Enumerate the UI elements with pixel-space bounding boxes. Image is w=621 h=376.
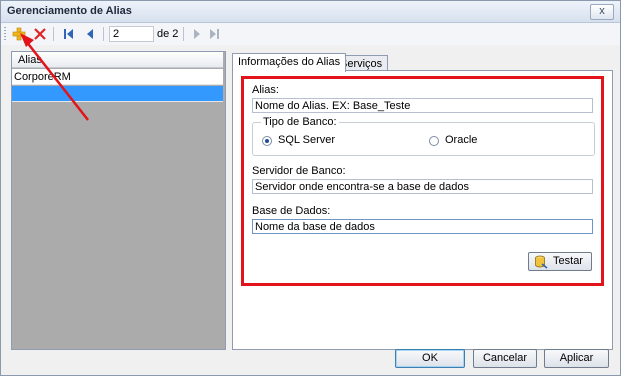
oracle-radio[interactable] — [429, 136, 439, 146]
close-icon: x — [599, 5, 605, 17]
apply-button[interactable]: Aplicar — [544, 349, 609, 368]
alias-list[interactable]: Alias CorporeRM — [11, 51, 226, 350]
toolbar-separator — [53, 27, 54, 41]
window-title: Gerenciamento de Alias — [7, 5, 132, 17]
server-field[interactable]: Servidor onde encontra-se a base de dado… — [252, 179, 593, 194]
database-field[interactable]: Nome da base de dados — [252, 219, 593, 234]
last-icon[interactable] — [208, 26, 222, 42]
server-label: Servidor de Banco: — [252, 165, 346, 177]
first-icon[interactable] — [61, 26, 75, 42]
toolbar-grip[interactable] — [4, 27, 6, 41]
database-test-icon — [535, 255, 548, 269]
toolbar-separator — [103, 27, 104, 41]
sqlserver-label[interactable]: SQL Server — [278, 134, 335, 146]
title-bar: Gerenciamento de Alias x — [1, 1, 620, 23]
db-type-group: Tipo de Banco: SQL Server Oracle — [252, 116, 595, 156]
database-label: Base de Dados: — [252, 205, 331, 217]
sqlserver-radio[interactable] — [262, 136, 272, 146]
page-count-label: de 2 — [157, 28, 179, 40]
cancel-button[interactable]: Cancelar — [473, 349, 537, 368]
delete-icon[interactable] — [33, 26, 47, 42]
list-item[interactable] — [12, 86, 223, 102]
list-item[interactable]: CorporeRM — [12, 69, 223, 85]
tab-alias-info[interactable]: Informações do Alias — [232, 53, 347, 72]
next-icon[interactable] — [190, 26, 204, 42]
close-button[interactable]: x — [590, 4, 614, 20]
alias-field[interactable]: Nome do Alias. EX: Base_Teste — [252, 98, 593, 113]
alias-label: Alias: — [252, 84, 279, 96]
prev-icon[interactable] — [83, 26, 97, 42]
db-type-title: Tipo de Banco: — [261, 116, 339, 128]
page-number-input[interactable]: 2 — [109, 26, 154, 42]
alias-info-panel: Alias: Nome do Alias. EX: Base_Teste Tip… — [232, 70, 613, 350]
navigation-toolbar: 2 de 2 — [1, 23, 620, 45]
test-button[interactable]: Testar — [528, 252, 592, 271]
highlight-box: Alias: Nome do Alias. EX: Base_Teste Tip… — [241, 76, 604, 286]
test-button-label: Testar — [553, 255, 583, 267]
toolbar-separator — [183, 27, 184, 41]
alias-manager-window: Gerenciamento de Alias x 2 de 2 Alias Co… — [0, 0, 621, 376]
ok-button[interactable]: OK — [395, 349, 465, 368]
add-icon[interactable] — [12, 26, 26, 42]
oracle-label[interactable]: Oracle — [445, 134, 477, 146]
alias-column-header[interactable]: Alias — [12, 52, 223, 68]
